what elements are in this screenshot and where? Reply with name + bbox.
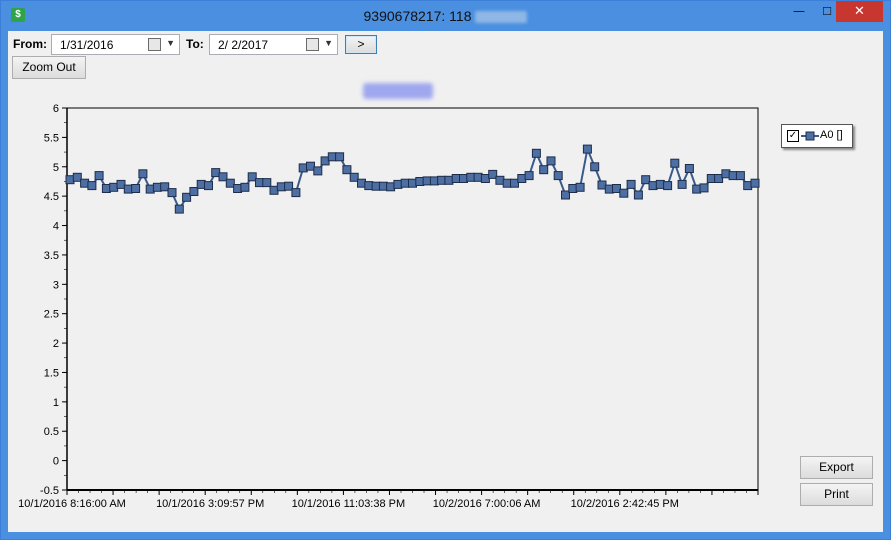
data-point — [750, 178, 760, 188]
data-point — [480, 174, 490, 183]
x-tick-label: 10/2/2016 7:00:06 AM — [433, 498, 541, 510]
x-tick-label: 10/1/2016 3:09:57 PM — [156, 498, 264, 510]
data-point — [313, 166, 323, 176]
data-point — [94, 171, 104, 181]
y-tick-label: 6 — [53, 103, 59, 115]
data-point — [174, 204, 184, 214]
y-tick-label: 0.5 — [44, 426, 59, 438]
y-tick-label: 3.5 — [44, 250, 59, 262]
plot-area — [66, 107, 759, 491]
x-tick-label: 10/1/2016 11:03:38 PM — [292, 498, 406, 510]
data-point — [291, 188, 301, 198]
data-point — [393, 179, 403, 189]
line-chart[interactable]: 6 5.5 5 4.5 4 3.5 3 2.5 2 1.5 1 0.5 0 -0.510/1/2016 8… — [1, 1, 890, 539]
y-tick-label: 1.5 — [44, 367, 59, 379]
data-point — [466, 172, 476, 182]
app-window: $ 9390678217: 118 — ☐ ✕ From: 1/31/2016 … — [0, 0, 891, 540]
data-point — [582, 144, 592, 154]
data-point — [444, 175, 454, 185]
data-point — [167, 188, 177, 198]
data-point — [619, 188, 629, 198]
data-point — [364, 181, 374, 191]
data-point — [342, 165, 352, 175]
x-tick-label: 10/1/2016 8:16:00 AM — [18, 498, 126, 510]
y-tick-label: 1 — [53, 397, 59, 409]
data-point — [728, 171, 738, 181]
data-point — [699, 183, 709, 193]
data-point — [204, 181, 213, 191]
x-tick-label: 10/2/2016 2:42:45 PM — [571, 498, 679, 510]
y-tick-label: 2.5 — [44, 309, 59, 321]
data-point — [714, 174, 724, 183]
data-point — [131, 184, 141, 193]
data-point — [546, 156, 556, 166]
data-point — [335, 152, 345, 162]
y-tick-label: 2 — [53, 338, 59, 350]
data-point — [327, 152, 337, 162]
data-point — [262, 178, 272, 188]
data-point — [415, 177, 425, 186]
data-point — [539, 165, 549, 175]
y-tick-label: 5 — [53, 162, 59, 174]
data-point — [663, 181, 673, 191]
data-point — [626, 179, 636, 189]
data-point — [575, 182, 585, 192]
data-point — [735, 171, 745, 181]
data-point — [531, 148, 541, 158]
y-tick-label: 0 — [53, 456, 59, 468]
data-point — [138, 169, 148, 179]
data-point — [684, 164, 694, 173]
data-point — [87, 181, 97, 191]
data-point — [495, 175, 505, 185]
data-point — [633, 190, 643, 200]
data-point — [524, 171, 534, 181]
data-point — [240, 182, 250, 192]
data-point — [590, 162, 600, 172]
data-point — [677, 179, 687, 189]
data-point — [670, 158, 680, 168]
y-tick-label: 3 — [53, 279, 59, 291]
y-tick-label: 5.5 — [44, 132, 59, 144]
data-point — [553, 171, 563, 181]
y-tick-label: 4.5 — [44, 191, 59, 203]
data-point — [276, 182, 286, 192]
y-tick-label: 4 — [53, 221, 59, 233]
y-tick-label: -0.5 — [40, 485, 59, 497]
